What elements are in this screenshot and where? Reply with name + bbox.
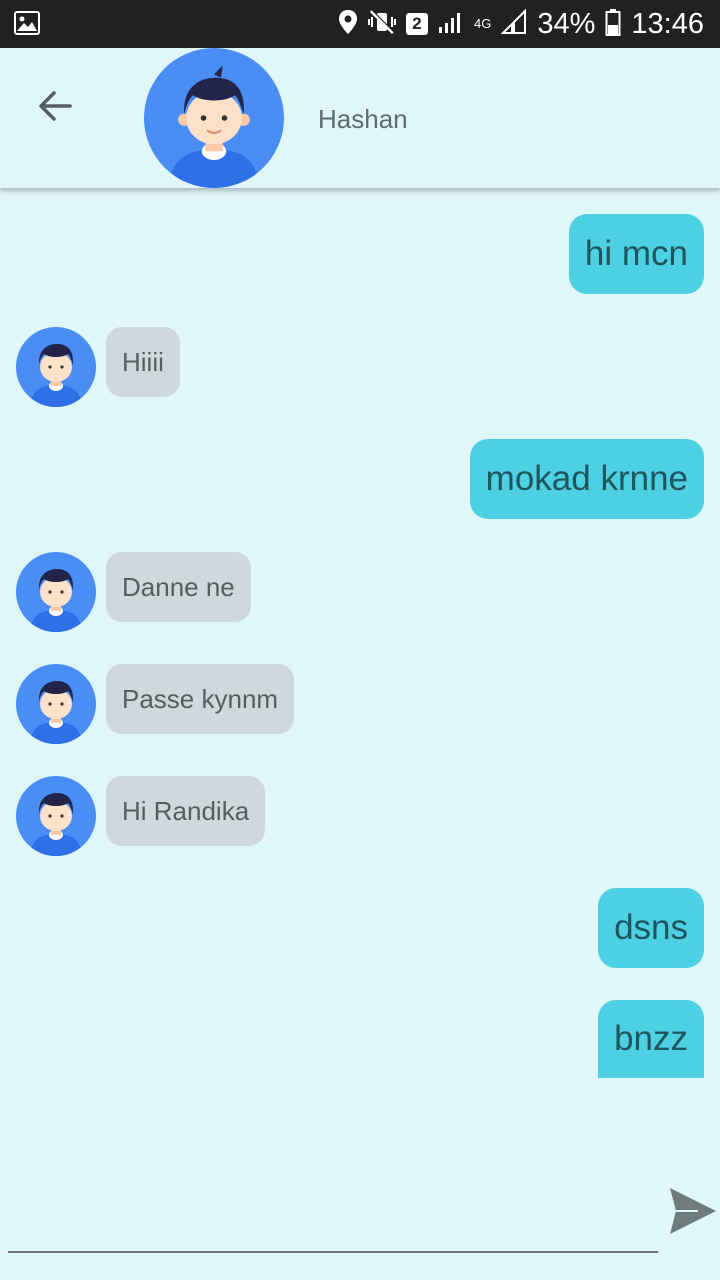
- arrow-left-icon: [39, 91, 72, 121]
- location-icon: [338, 9, 358, 40]
- vibrate-mute-icon: [368, 9, 397, 40]
- user-avatar-icon: [144, 48, 284, 188]
- contact-avatar[interactable]: [144, 48, 284, 188]
- battery-percent: 34%: [537, 7, 596, 40]
- back-button[interactable]: [34, 84, 78, 128]
- incoming-message: Hi Randika: [106, 776, 266, 846]
- outgoing-message: bnzz: [598, 1000, 704, 1078]
- sim-badge: 2: [406, 13, 429, 35]
- incoming-message: Hiiii: [106, 327, 180, 397]
- send-button[interactable]: [668, 1186, 718, 1236]
- send-icon: [670, 1188, 716, 1234]
- signal-icon: [438, 10, 464, 39]
- message-input[interactable]: [8, 1196, 662, 1250]
- contact-name: Hashan: [318, 104, 408, 134]
- incoming-message: Passe kynnm: [106, 664, 295, 734]
- incoming-message: Danne ne: [106, 552, 251, 622]
- outgoing-message: hi mcn: [568, 214, 704, 294]
- chat-header: Hashan: [0, 48, 720, 188]
- clock: 13:46: [631, 7, 704, 40]
- user-avatar-icon: [16, 776, 96, 856]
- status-bar: 2 4G 34% 13:46: [0, 0, 720, 48]
- gallery-icon: [14, 11, 40, 40]
- user-avatar-icon: [16, 552, 96, 632]
- user-avatar-icon: [16, 664, 96, 744]
- outgoing-message: dsns: [598, 888, 704, 968]
- user-avatar-icon: [16, 327, 96, 407]
- input-underline: [8, 1251, 658, 1253]
- network-type: 4G: [474, 16, 492, 31]
- battery-icon: [605, 8, 621, 41]
- outgoing-message: mokad krnne: [469, 439, 704, 519]
- signal-strength-icon: [500, 8, 527, 40]
